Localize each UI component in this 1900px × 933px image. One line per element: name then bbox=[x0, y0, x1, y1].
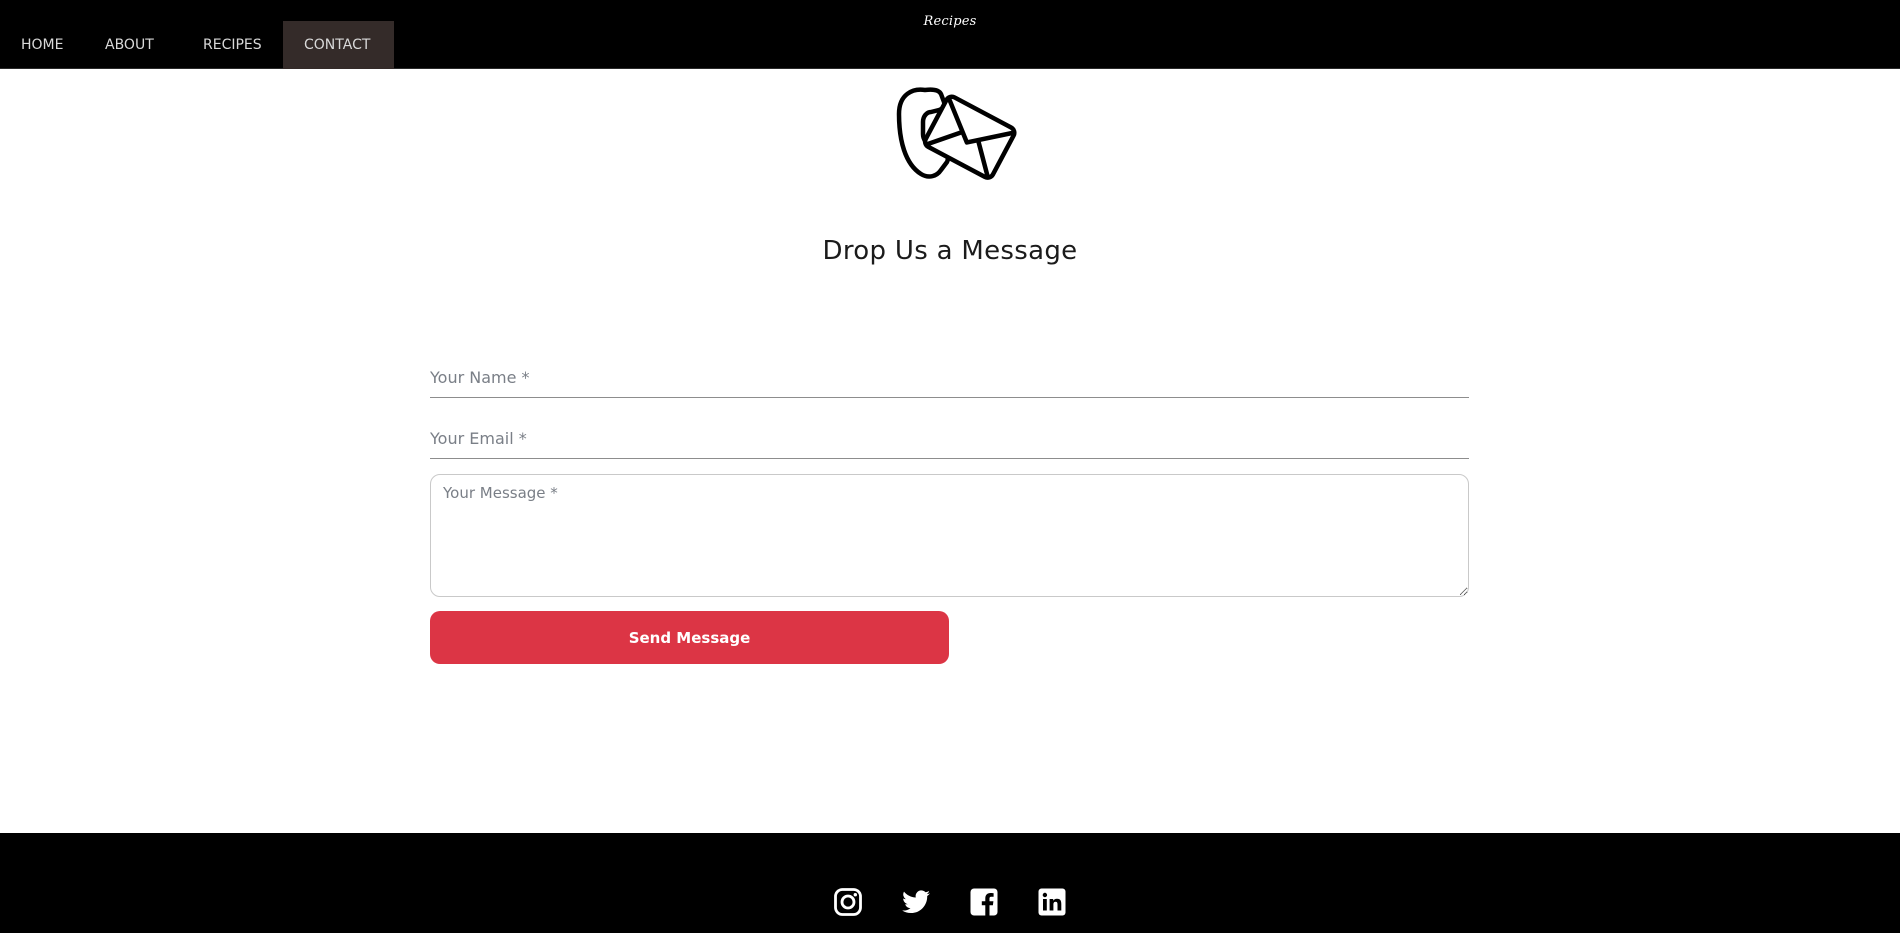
main-nav: HOME ABOUT RECIPES CONTACT bbox=[0, 21, 394, 69]
email-field[interactable] bbox=[430, 416, 1469, 459]
nav-item-recipes[interactable]: RECIPES bbox=[182, 21, 283, 69]
page-title: Drop Us a Message bbox=[822, 236, 1078, 266]
send-message-button[interactable]: Send Message bbox=[430, 611, 949, 664]
contact-form: Send Message bbox=[430, 355, 1469, 664]
nav-item-home[interactable]: HOME bbox=[0, 21, 84, 69]
top-navbar: Recipes HOME ABOUT RECIPES CONTACT bbox=[0, 0, 1900, 69]
linkedin-icon[interactable] bbox=[1037, 887, 1067, 917]
nav-item-contact[interactable]: CONTACT bbox=[283, 21, 394, 69]
phone-envelope-icon bbox=[895, 82, 1021, 194]
footer bbox=[0, 833, 1900, 933]
social-links bbox=[833, 887, 1067, 917]
twitter-icon[interactable] bbox=[901, 887, 931, 917]
message-field[interactable] bbox=[430, 474, 1469, 597]
instagram-icon[interactable] bbox=[833, 887, 863, 917]
nav-item-about[interactable]: ABOUT bbox=[84, 21, 182, 69]
facebook-icon[interactable] bbox=[969, 887, 999, 917]
name-field[interactable] bbox=[430, 355, 1469, 398]
